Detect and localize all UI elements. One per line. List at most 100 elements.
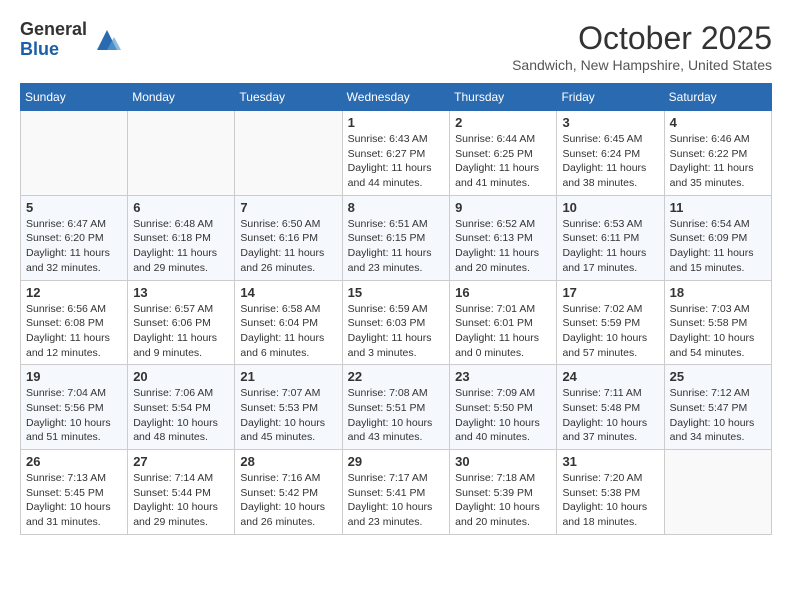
day-number: 18 — [670, 285, 766, 300]
table-row: 26 Sunrise: 7:13 AM Sunset: 5:45 PM Dayli… — [21, 450, 128, 535]
header-wednesday: Wednesday — [342, 84, 449, 111]
day-info: Sunrise: 7:14 AM Sunset: 5:44 PM Dayligh… — [133, 471, 229, 530]
day-number: 13 — [133, 285, 229, 300]
table-row: 9 Sunrise: 6:52 AM Sunset: 6:13 PM Daylig… — [450, 195, 557, 280]
day-info: Sunrise: 7:13 AM Sunset: 5:45 PM Dayligh… — [26, 471, 122, 530]
table-row: 7 Sunrise: 6:50 AM Sunset: 6:16 PM Daylig… — [235, 195, 342, 280]
day-number: 2 — [455, 115, 551, 130]
table-row: 3 Sunrise: 6:45 AM Sunset: 6:24 PM Daylig… — [557, 111, 664, 196]
day-info: Sunrise: 6:43 AM Sunset: 6:27 PM Dayligh… — [348, 132, 444, 191]
table-row — [664, 450, 771, 535]
table-row: 24Sunrise: 7:11 AM Sunset: 5:48 PM Dayli… — [557, 365, 664, 450]
logo-blue-text: Blue — [20, 40, 87, 60]
table-row: 29 Sunrise: 7:17 AM Sunset: 5:41 PM Dayli… — [342, 450, 449, 535]
day-info: Sunrise: 6:52 AM Sunset: 6:13 PM Dayligh… — [455, 217, 551, 276]
day-info: Sunrise: 7:09 AM Sunset: 5:50 PM Dayligh… — [455, 386, 551, 445]
table-row: 6Sunrise: 6:48 AM Sunset: 6:18 PM Daylig… — [128, 195, 235, 280]
header-friday: Friday — [557, 84, 664, 111]
day-number: 4 — [670, 115, 766, 130]
logo: General Blue — [20, 20, 122, 60]
day-info: Sunrise: 7:17 AM Sunset: 5:41 PM Dayligh… — [348, 471, 444, 530]
day-info: Sunrise: 7:04 AM Sunset: 5:56 PM Dayligh… — [26, 386, 122, 445]
day-number: 28 — [240, 454, 336, 469]
day-number: 11 — [670, 200, 766, 215]
table-row: 8Sunrise: 6:51 AM Sunset: 6:15 PM Daylig… — [342, 195, 449, 280]
table-row — [21, 111, 128, 196]
day-number: 29 — [348, 454, 444, 469]
day-info: Sunrise: 6:48 AM Sunset: 6:18 PM Dayligh… — [133, 217, 229, 276]
day-number: 14 — [240, 285, 336, 300]
table-row: 21Sunrise: 7:07 AM Sunset: 5:53 PM Dayli… — [235, 365, 342, 450]
day-number: 12 — [26, 285, 122, 300]
table-row: 1 Sunrise: 6:43 AM Sunset: 6:27 PM Daylig… — [342, 111, 449, 196]
table-row — [235, 111, 342, 196]
table-row: 23 Sunrise: 7:09 AM Sunset: 5:50 PM Dayli… — [450, 365, 557, 450]
day-number: 20 — [133, 369, 229, 384]
day-info: Sunrise: 7:18 AM Sunset: 5:39 PM Dayligh… — [455, 471, 551, 530]
day-info: Sunrise: 7:11 AM Sunset: 5:48 PM Dayligh… — [562, 386, 658, 445]
day-number: 21 — [240, 369, 336, 384]
title-block: October 2025 Sandwich, New Hampshire, Un… — [512, 20, 772, 73]
location-subtitle: Sandwich, New Hampshire, United States — [512, 57, 772, 73]
day-number: 10 — [562, 200, 658, 215]
day-info: Sunrise: 7:08 AM Sunset: 5:51 PM Dayligh… — [348, 386, 444, 445]
day-number: 3 — [562, 115, 658, 130]
day-number: 1 — [348, 115, 444, 130]
table-row: 30Sunrise: 7:18 AM Sunset: 5:39 PM Dayli… — [450, 450, 557, 535]
page-header: General Blue October 2025 Sandwich, New … — [20, 20, 772, 73]
day-info: Sunrise: 7:01 AM Sunset: 6:01 PM Dayligh… — [455, 302, 551, 361]
calendar-week-row: 1 Sunrise: 6:43 AM Sunset: 6:27 PM Daylig… — [21, 111, 772, 196]
day-number: 8 — [348, 200, 444, 215]
table-row: 4Sunrise: 6:46 AM Sunset: 6:22 PM Daylig… — [664, 111, 771, 196]
day-info: Sunrise: 6:53 AM Sunset: 6:11 PM Dayligh… — [562, 217, 658, 276]
header-thursday: Thursday — [450, 84, 557, 111]
calendar-week-row: 12 Sunrise: 6:56 AM Sunset: 6:08 PM Dayli… — [21, 280, 772, 365]
day-number: 16 — [455, 285, 551, 300]
day-info: Sunrise: 6:54 AM Sunset: 6:09 PM Dayligh… — [670, 217, 766, 276]
day-info: Sunrise: 6:50 AM Sunset: 6:16 PM Dayligh… — [240, 217, 336, 276]
calendar-header-row: Sunday Monday Tuesday Wednesday Thursday… — [21, 84, 772, 111]
day-info: Sunrise: 6:45 AM Sunset: 6:24 PM Dayligh… — [562, 132, 658, 191]
day-number: 7 — [240, 200, 336, 215]
day-info: Sunrise: 6:57 AM Sunset: 6:06 PM Dayligh… — [133, 302, 229, 361]
day-info: Sunrise: 7:02 AM Sunset: 5:59 PM Dayligh… — [562, 302, 658, 361]
day-number: 22 — [348, 369, 444, 384]
logo-general-text: General — [20, 20, 87, 40]
day-number: 19 — [26, 369, 122, 384]
day-number: 25 — [670, 369, 766, 384]
day-number: 26 — [26, 454, 122, 469]
day-info: Sunrise: 7:03 AM Sunset: 5:58 PM Dayligh… — [670, 302, 766, 361]
table-row: 19 Sunrise: 7:04 AM Sunset: 5:56 PM Dayli… — [21, 365, 128, 450]
day-info: Sunrise: 7:06 AM Sunset: 5:54 PM Dayligh… — [133, 386, 229, 445]
table-row: 12 Sunrise: 6:56 AM Sunset: 6:08 PM Dayli… — [21, 280, 128, 365]
table-row: 13 Sunrise: 6:57 AM Sunset: 6:06 PM Dayli… — [128, 280, 235, 365]
calendar-week-row: 26 Sunrise: 7:13 AM Sunset: 5:45 PM Dayli… — [21, 450, 772, 535]
calendar-week-row: 5 Sunrise: 6:47 AM Sunset: 6:20 PM Daylig… — [21, 195, 772, 280]
calendar-table: Sunday Monday Tuesday Wednesday Thursday… — [20, 83, 772, 535]
day-info: Sunrise: 7:16 AM Sunset: 5:42 PM Dayligh… — [240, 471, 336, 530]
table-row: 14Sunrise: 6:58 AM Sunset: 6:04 PM Dayli… — [235, 280, 342, 365]
table-row: 31Sunrise: 7:20 AM Sunset: 5:38 PM Dayli… — [557, 450, 664, 535]
day-info: Sunrise: 6:56 AM Sunset: 6:08 PM Dayligh… — [26, 302, 122, 361]
table-row: 28 Sunrise: 7:16 AM Sunset: 5:42 PM Dayli… — [235, 450, 342, 535]
day-number: 5 — [26, 200, 122, 215]
day-number: 17 — [562, 285, 658, 300]
header-saturday: Saturday — [664, 84, 771, 111]
table-row: 17 Sunrise: 7:02 AM Sunset: 5:59 PM Dayli… — [557, 280, 664, 365]
table-row: 11 Sunrise: 6:54 AM Sunset: 6:09 PM Dayli… — [664, 195, 771, 280]
table-row: 10 Sunrise: 6:53 AM Sunset: 6:11 PM Dayli… — [557, 195, 664, 280]
table-row: 27Sunrise: 7:14 AM Sunset: 5:44 PM Dayli… — [128, 450, 235, 535]
month-year-title: October 2025 — [512, 20, 772, 57]
day-info: Sunrise: 6:44 AM Sunset: 6:25 PM Dayligh… — [455, 132, 551, 191]
header-tuesday: Tuesday — [235, 84, 342, 111]
day-info: Sunrise: 7:12 AM Sunset: 5:47 PM Dayligh… — [670, 386, 766, 445]
calendar-week-row: 19 Sunrise: 7:04 AM Sunset: 5:56 PM Dayli… — [21, 365, 772, 450]
table-row: 5 Sunrise: 6:47 AM Sunset: 6:20 PM Daylig… — [21, 195, 128, 280]
table-row: 2 Sunrise: 6:44 AM Sunset: 6:25 PM Daylig… — [450, 111, 557, 196]
day-number: 31 — [562, 454, 658, 469]
day-number: 9 — [455, 200, 551, 215]
table-row — [128, 111, 235, 196]
header-sunday: Sunday — [21, 84, 128, 111]
day-info: Sunrise: 6:47 AM Sunset: 6:20 PM Dayligh… — [26, 217, 122, 276]
day-number: 23 — [455, 369, 551, 384]
